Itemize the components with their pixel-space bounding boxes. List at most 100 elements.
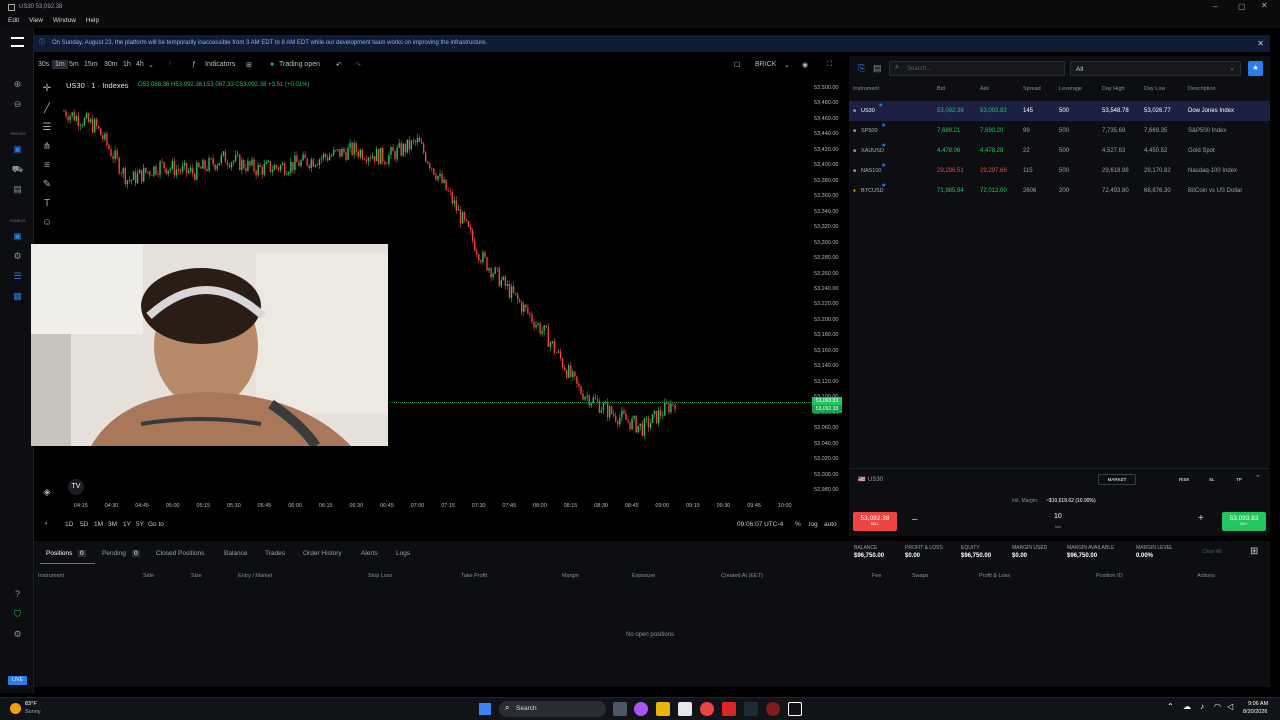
close-window-button[interactable]: ✕ <box>1261 1 1268 10</box>
sell-button[interactable]: 53,092.38 SELL <box>853 512 897 531</box>
positions-column-header[interactable]: Margin <box>562 573 579 579</box>
watchlist-row[interactable]: ■ US30 ★ 53,092.38 53,093.83 145 500 53,548.78 5… <box>849 101 1270 121</box>
favorites-button[interactable]: ★ <box>1248 61 1263 76</box>
list-tab-icon[interactable]: ▤ <box>873 63 882 74</box>
order-type-select[interactable]: MARKET <box>1098 474 1136 485</box>
brick-button[interactable]: BRICK <box>755 61 776 68</box>
layout-grid-icon[interactable]: ⊞ <box>246 61 252 69</box>
chevron-down-icon[interactable]: ⌄ <box>784 61 790 69</box>
chrome-icon[interactable] <box>700 702 714 716</box>
watchlist-column-header[interactable]: Spread <box>1023 86 1041 92</box>
positions-column-header[interactable]: Actions <box>1197 573 1215 579</box>
bottom-tab[interactable]: Closed Positions <box>156 550 204 557</box>
auto-toggle[interactable]: auto <box>824 521 837 528</box>
horizontal-lines-icon[interactable]: ☰ <box>40 121 54 135</box>
watchlist-column-header[interactable]: Ask <box>980 86 989 92</box>
indicators-button[interactable]: Indicators <box>205 61 235 68</box>
app-pen-icon[interactable] <box>744 702 758 716</box>
positions-column-header[interactable]: Exposure <box>632 573 655 579</box>
app-spiral-icon[interactable] <box>766 702 780 716</box>
range-1y[interactable]: 1Y <box>123 521 131 528</box>
cart-icon[interactable]: ⛟ <box>11 163 24 176</box>
tray-wifi-icon[interactable]: ◠ <box>1214 702 1221 711</box>
tf-15m[interactable]: 15m <box>84 61 98 68</box>
app-logo[interactable] <box>11 37 24 47</box>
tray-volume-icon[interactable]: ◁ <box>1227 702 1233 711</box>
shield-icon[interactable]: ⛉ <box>11 608 24 621</box>
watchlist-tab-icon[interactable]: ⎘ <box>858 63 865 74</box>
tf-5m[interactable]: 5m <box>69 61 79 68</box>
app-red-icon[interactable] <box>722 702 736 716</box>
minimize-button[interactable]: – <box>1213 2 1217 11</box>
taskbar-search[interactable]: ⌕ Search <box>499 701 606 717</box>
positions-column-header[interactable]: Size <box>191 573 202 579</box>
file-explorer-icon[interactable] <box>656 702 670 716</box>
watchlist-column-header[interactable]: Instrument <box>853 86 879 92</box>
watchlist-row[interactable]: ■ NAS100 ★ 29,296.51 29,297.66 115 500 29,618.9… <box>849 161 1270 181</box>
filter-select[interactable]: All ⌄ <box>1070 61 1241 76</box>
time-axis[interactable]: 04:15 04:30 04:45 05:00 05:15 05:30 05:45 06:00… <box>60 502 812 512</box>
copilot-icon[interactable] <box>634 702 648 716</box>
watchlist-column-header[interactable]: Description <box>1188 86 1216 92</box>
range-5d[interactable]: 5D <box>80 521 88 528</box>
plus-button[interactable]: + <box>1198 513 1204 524</box>
tf-4h[interactable]: 4h <box>136 61 144 68</box>
notice-close-icon[interactable]: ✕ <box>1257 35 1264 52</box>
quantity-value[interactable]: 10 <box>1054 513 1062 520</box>
bottom-tab[interactable]: Alerts <box>361 550 378 557</box>
favorite-star-icon[interactable]: ★ <box>881 156 886 176</box>
clock-date[interactable]: 8/20/2026 <box>1243 709 1267 715</box>
range-menu-icon[interactable]: ⫞ <box>44 520 47 528</box>
indicators-icon[interactable]: ƒ <box>192 61 196 68</box>
range-1d[interactable]: 1D <box>65 521 73 528</box>
panel-watchlist-icon[interactable]: ☰ <box>11 270 24 283</box>
tp-toggle[interactable]: TP <box>1236 477 1242 482</box>
calendar-icon[interactable] <box>678 702 692 716</box>
log-toggle[interactable]: log <box>809 521 818 528</box>
menu-view[interactable]: View <box>29 17 43 24</box>
positions-column-header[interactable]: Instrument <box>38 573 64 579</box>
search-input[interactable]: ⌕ Search... <box>889 61 1065 76</box>
buy-button[interactable]: 53,093.83 BUY <box>1222 512 1266 531</box>
minus-button[interactable]: – <box>912 514 918 525</box>
bottom-tab[interactable]: Trades <box>265 550 285 557</box>
favorite-star-icon[interactable]: ★ <box>881 116 886 136</box>
watchlist-column-header[interactable]: Bid <box>937 86 945 92</box>
positions-column-header[interactable]: Swaps <box>912 573 929 579</box>
emoji-icon[interactable]: ☺ <box>40 216 54 230</box>
positions-column-header[interactable]: Position ID <box>1096 573 1123 579</box>
range-1m[interactable]: 1M <box>94 521 103 528</box>
undo-icon[interactable]: ↶ <box>336 61 342 69</box>
sl-toggle[interactable]: SL <box>1209 477 1215 482</box>
watchlist-column-header[interactable]: Day High <box>1102 86 1125 92</box>
positions-column-header[interactable]: Fee <box>872 573 881 579</box>
risk-toggle[interactable]: RISK <box>1179 477 1190 482</box>
bottom-tab[interactable]: Positions <box>46 550 72 557</box>
close-all-button[interactable]: Close All <box>1202 549 1221 555</box>
help-icon[interactable]: ? <box>11 588 24 601</box>
bottom-tab[interactable]: Pending <box>102 550 126 557</box>
menu-edit[interactable]: Edit <box>8 17 19 24</box>
wallet-icon[interactable]: ▤ <box>11 183 24 196</box>
redo-icon[interactable]: ↷ <box>355 61 361 69</box>
camera-icon[interactable]: ◉ <box>802 61 808 69</box>
panel-tools-icon[interactable]: ⚙ <box>11 250 24 263</box>
favorite-star-icon[interactable]: ★ <box>881 176 886 196</box>
bottom-tab[interactable]: Order History <box>303 550 342 557</box>
range-5y[interactable]: 5Y <box>136 521 144 528</box>
candle-type-icon[interactable]: ⫶ <box>169 61 171 69</box>
tray-mic-icon[interactable]: ♪ <box>1200 702 1204 711</box>
tf-30m[interactable]: 30m <box>104 61 118 68</box>
zoom-in-icon[interactable]: ⊕ <box>11 78 24 91</box>
tray-cloud-icon[interactable]: ☁ <box>1183 702 1191 711</box>
tray-chevron-icon[interactable]: ⌃ <box>1167 702 1174 711</box>
tf-1m[interactable]: 1m <box>52 60 68 69</box>
watchlist-row[interactable]: ■ XAUUSD ★ 4,478.06 4,478.28 22 500 4,527.63 4,4… <box>849 141 1270 161</box>
zoom-out-icon[interactable]: ⊖ <box>11 98 24 111</box>
go-to-button[interactable]: Go to <box>148 521 164 528</box>
price-axis[interactable]: 53,500.00 53,480.00 53,460.00 53,440.00 53,4… <box>812 78 846 498</box>
tf-30s[interactable]: 30s <box>38 61 49 68</box>
menu-help[interactable]: Help <box>86 17 99 24</box>
chevron-down-icon[interactable]: ⌄ <box>148 61 154 69</box>
checkbox-icon[interactable]: ☐ <box>734 61 740 69</box>
